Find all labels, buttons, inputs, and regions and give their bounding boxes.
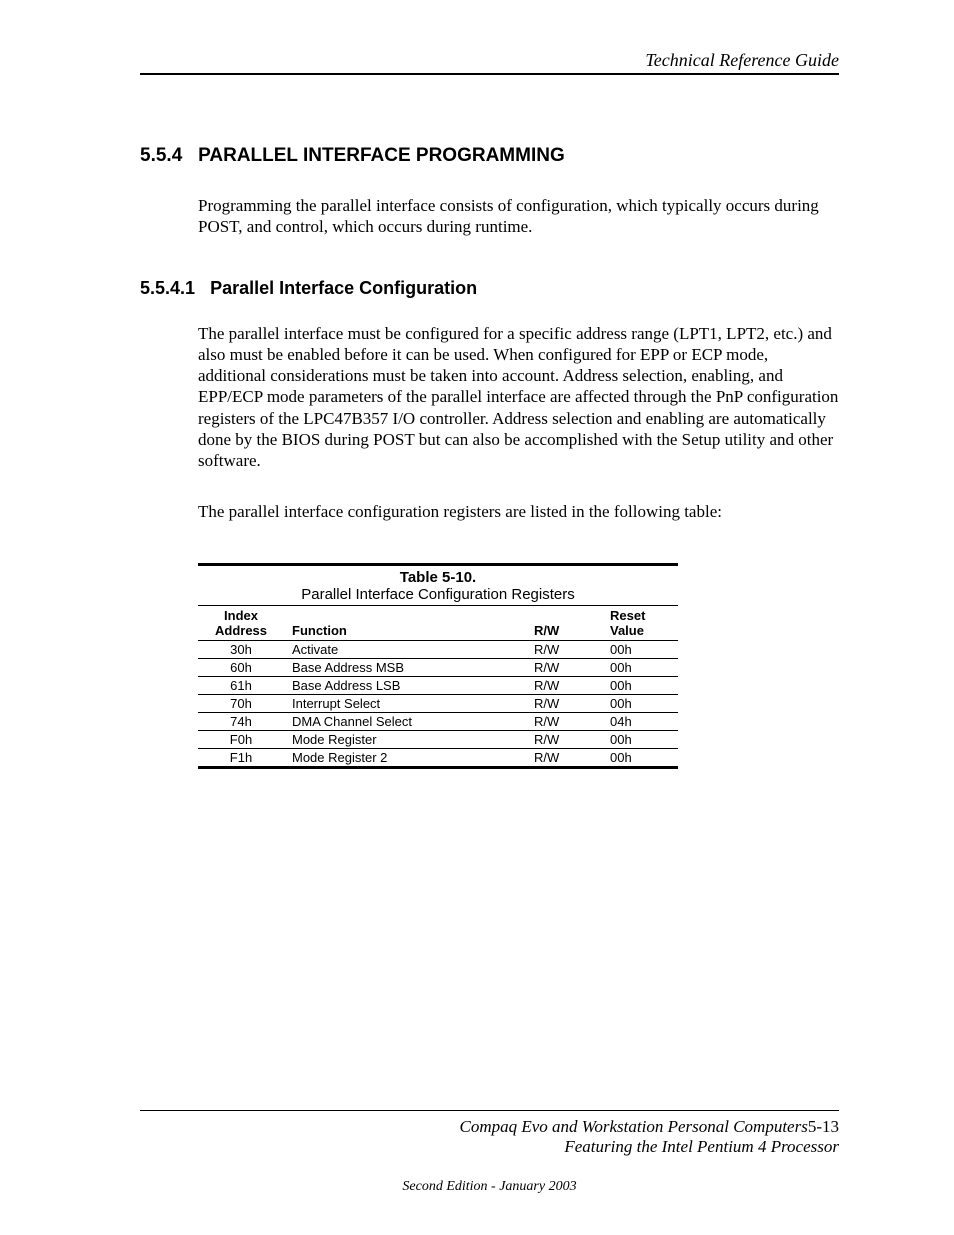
footer-line-2: Featuring the Intel Pentium 4 Processor	[140, 1137, 839, 1157]
table-row: 61h Base Address LSB R/W 00h	[198, 676, 678, 694]
page-number: 5-13	[808, 1117, 839, 1136]
section-number: 5.5.4	[140, 145, 182, 166]
section-number: 5.5.4.1	[140, 278, 195, 298]
section-5-5-4-1-heading: 5.5.4.1 Parallel Interface Configuration	[140, 278, 839, 299]
table-row: 30h Activate R/W 00h	[198, 640, 678, 658]
register-table: IndexAddress Function R/W ResetValue 30h…	[198, 606, 678, 769]
table-row: F1h Mode Register 2 R/W 00h	[198, 748, 678, 767]
table-row: 60h Base Address MSB R/W 00h	[198, 658, 678, 676]
table-label: Table 5-10.	[198, 563, 678, 586]
section-5-5-4-1-paragraph-1: The parallel interface must be configure…	[198, 323, 839, 472]
table-header-row: IndexAddress Function R/W ResetValue	[198, 606, 678, 641]
section-5-5-4-1-paragraph-2: The parallel interface configuration reg…	[198, 501, 839, 522]
table-caption: Parallel Interface Configuration Registe…	[198, 586, 678, 606]
footer-rule	[140, 1110, 839, 1111]
col-header-function: Function	[284, 606, 526, 641]
col-header-index-address: IndexAddress	[198, 606, 284, 641]
table-row: 74h DMA Channel Select R/W 04h	[198, 712, 678, 730]
section-title: PARALLEL INTERFACE PROGRAMMING	[198, 145, 565, 166]
section-5-5-4-heading: 5.5.4 PARALLEL INTERFACE PROGRAMMING	[140, 145, 839, 167]
table-row: 70h Interrupt Select R/W 00h	[198, 694, 678, 712]
col-header-reset-value: ResetValue	[602, 606, 678, 641]
running-header: Technical Reference Guide	[140, 50, 839, 75]
section-title: Parallel Interface Configuration	[210, 278, 477, 298]
page-footer: Compaq Evo and Workstation Personal Comp…	[140, 1110, 839, 1195]
footer-line-1: Compaq Evo and Workstation Personal Comp…	[140, 1117, 839, 1137]
section-5-5-4-paragraph: Programming the parallel interface consi…	[198, 195, 839, 238]
table-row: F0h Mode Register R/W 00h	[198, 730, 678, 748]
table-5-10: Table 5-10. Parallel Interface Configura…	[198, 563, 678, 769]
footer-edition: Second Edition - January 2003	[140, 1179, 839, 1195]
col-header-rw: R/W	[526, 606, 602, 641]
page: Technical Reference Guide 5.5.4 PARALLEL…	[0, 0, 954, 1235]
table-body: 30h Activate R/W 00h 60h Base Address MS…	[198, 640, 678, 767]
